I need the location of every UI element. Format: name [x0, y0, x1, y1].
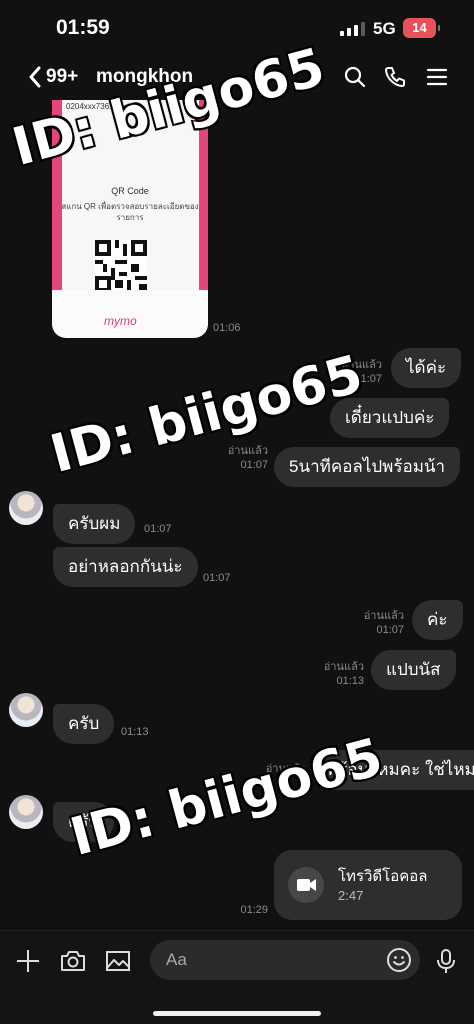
message-bubble[interactable]: แปบนัส: [371, 650, 456, 690]
battery-icon: 14: [403, 18, 440, 38]
menu-icon[interactable]: [424, 64, 450, 90]
video-camera-icon: [288, 867, 324, 903]
message-bubble[interactable]: ได้ค่ะ: [391, 348, 462, 388]
microphone-icon[interactable]: [432, 947, 460, 975]
message-input[interactable]: [166, 948, 366, 972]
read-receipt: อ่านแล้ว: [363, 610, 404, 622]
message-time: 01:07: [144, 523, 172, 535]
avatar[interactable]: [9, 491, 43, 525]
message-time: 01:29: [240, 904, 268, 916]
message-composer: [0, 930, 474, 1024]
qr-caption: สแกน QR เพื่อตรวจสอบรายละเอียดของรายการ: [61, 202, 199, 222]
plus-icon[interactable]: [14, 947, 42, 975]
message-time: 01:07: [376, 624, 404, 636]
message-time: 01:07: [240, 459, 268, 471]
image-icon[interactable]: [104, 947, 132, 975]
message-bubble[interactable]: ครับผม: [53, 504, 136, 544]
message-bubble[interactable]: ค่ะ: [412, 600, 463, 640]
message-input-box[interactable]: [150, 940, 420, 980]
message-time: 01:13: [336, 675, 364, 687]
status-time: 01:59: [56, 16, 110, 39]
qr-title: QR Code: [111, 186, 149, 196]
qr-code-icon: [95, 240, 147, 292]
avatar[interactable]: [9, 795, 43, 829]
read-receipt: อ่านแล้ว: [323, 661, 364, 673]
home-indicator: [153, 1011, 321, 1016]
brand-logo: mymo: [104, 314, 137, 328]
video-call-duration: 2:47: [338, 888, 364, 903]
video-call-label: โทรวิดีโอคอล: [338, 868, 428, 885]
message-time: 01:13: [121, 726, 149, 738]
avatar[interactable]: [9, 693, 43, 727]
unread-count[interactable]: 99+: [46, 66, 78, 88]
message-time: 01:07: [203, 572, 231, 584]
read-receipt: อ่านแล้ว: [227, 445, 268, 457]
message-bubble[interactable]: 5นาทีคอลไปพร้อมน้า: [274, 447, 461, 487]
camera-icon[interactable]: [59, 947, 87, 975]
status-bar: 01:59 5G 14: [0, 0, 474, 56]
message-bubble[interactable]: ครับ: [53, 704, 115, 744]
signal-icon: [340, 22, 365, 36]
message-time: 01:06: [213, 322, 241, 334]
video-call-card[interactable]: โทรวิดีโอคอล 2:47: [274, 850, 462, 920]
network-type: 5G: [373, 19, 396, 38]
message-bubble[interactable]: อย่าหลอกกันน่ะ: [53, 547, 198, 587]
call-icon[interactable]: [382, 64, 408, 90]
emoji-icon[interactable]: [386, 947, 412, 973]
search-icon[interactable]: [342, 64, 368, 90]
